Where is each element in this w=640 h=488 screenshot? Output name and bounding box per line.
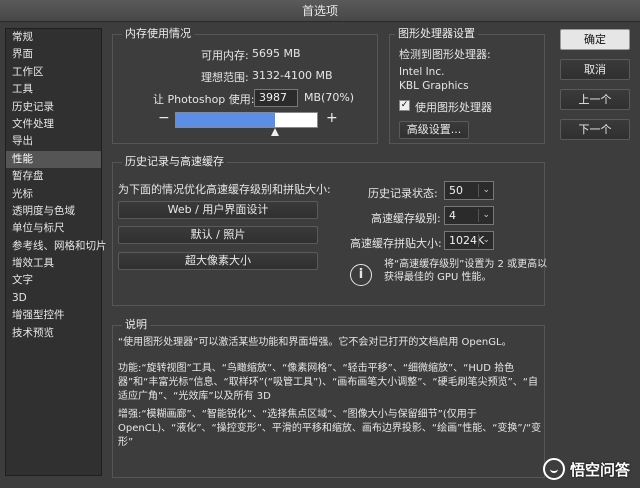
- sidebar-item[interactable]: 历史记录: [6, 99, 101, 116]
- history-cache-group-title: 历史记录与高速缓存: [122, 155, 227, 169]
- cache-levels-select[interactable]: 4 ⌄: [444, 206, 494, 225]
- sidebar-item[interactable]: 参考线、网格和切片: [6, 238, 107, 255]
- sidebar-item[interactable]: 透明度与色域: [6, 203, 101, 220]
- preset-default-photo-button[interactable]: 默认 / 照片: [118, 226, 318, 244]
- chevron-down-icon: ⌄: [482, 235, 490, 245]
- sidebar-item[interactable]: 常规: [6, 29, 101, 46]
- cache-tile-size-label: 高速缓存拼贴大小:: [350, 237, 442, 250]
- sidebar-item[interactable]: 性能: [6, 150, 101, 169]
- gpu-model: KBL Graphics: [399, 80, 469, 92]
- increase-memory-button[interactable]: +: [326, 110, 338, 126]
- gpu-advanced-settings-button[interactable]: 高级设置...: [399, 121, 469, 139]
- history-states-value: 50: [449, 184, 463, 197]
- chevron-down-icon: ⌄: [482, 210, 490, 220]
- memory-slider[interactable]: [175, 112, 318, 128]
- info-icon: i: [350, 264, 372, 286]
- use-gpu-checkbox[interactable]: ✓: [399, 100, 410, 111]
- cache-optimize-label: 为下面的情况优化高速缓存级别和拼贴大小:: [118, 183, 331, 196]
- memory-slider-thumb[interactable]: [271, 128, 280, 136]
- gpu-detected-label: 检测到图形处理器:: [399, 48, 491, 61]
- description-paragraph-2: 功能:“旋转视图”工具、“鸟瞰缩放”、“像素网格”、“轻击平移”、“细微缩放”、…: [118, 363, 538, 402]
- decrease-memory-button[interactable]: −: [158, 110, 170, 126]
- memory-group-title: 内存使用情况: [122, 27, 194, 41]
- chevron-down-icon: ⌄: [482, 185, 490, 195]
- watermark-text: 悟空问答: [569, 460, 630, 479]
- window-title: 首选项: [0, 0, 640, 22]
- sidebar: 常规 界面 工作区 工具 历史记录 文件处理 导出 性能 暂存盘 光标 透明度与色域 单位与标尺 参考线…: [5, 28, 107, 476]
- ideal-range-label: 理想范围:: [201, 71, 249, 84]
- sidebar-item[interactable]: 文件处理: [6, 116, 101, 133]
- history-states-select[interactable]: 50 ⌄: [444, 181, 494, 200]
- previous-button[interactable]: 上一个: [560, 89, 630, 110]
- sidebar-item[interactable]: 增效工具: [6, 255, 101, 272]
- history-states-label: 历史记录状态:: [368, 187, 438, 200]
- cache-tile-size-select[interactable]: 1024K ⌄: [444, 231, 494, 250]
- sidebar-item[interactable]: 界面: [6, 46, 101, 63]
- gpu-vendor: Intel Inc.: [399, 66, 445, 78]
- preset-huge-pixel-button[interactable]: 超大像素大小: [118, 252, 318, 270]
- description-paragraph-1: “使用图形处理器”可以激活某些功能和界面增强。它不会对已打开的文档启用 Open…: [118, 337, 512, 348]
- watermark: 悟空问答: [542, 458, 630, 480]
- sidebar-item[interactable]: 光标: [6, 186, 101, 203]
- memory-usage-unit: MB(70%): [304, 91, 355, 104]
- cancel-button[interactable]: 取消: [560, 59, 630, 80]
- next-button[interactable]: 下一个: [560, 119, 630, 140]
- sidebar-item[interactable]: 增强型控件: [6, 307, 101, 324]
- ok-button[interactable]: 确定: [560, 29, 630, 50]
- preset-web-ui-button[interactable]: Web / 用户界面设计: [118, 201, 318, 219]
- sidebar-item[interactable]: 技术预览: [6, 325, 101, 342]
- cache-levels-value: 4: [449, 209, 456, 222]
- sidebar-item[interactable]: 文字: [6, 272, 101, 289]
- ideal-range-value: 3132-4100 MB: [252, 69, 333, 82]
- wukong-logo-icon: [542, 458, 565, 480]
- sidebar-item[interactable]: 3D: [6, 290, 101, 307]
- sidebar-item[interactable]: 导出: [6, 133, 101, 150]
- description-group-title: 说明: [122, 318, 150, 332]
- available-memory-value: 5695 MB: [252, 47, 301, 60]
- sidebar-item[interactable]: 工作区: [6, 64, 101, 81]
- gpu-group-title: 图形处理器设置: [395, 27, 478, 41]
- gpu-cache-tip: 将“高速缓存级别”设置为 2 或更高以获得最佳的 GPU 性能。: [384, 259, 548, 283]
- sidebar-item[interactable]: 暂存盘: [6, 168, 101, 185]
- available-memory-label: 可用内存:: [201, 49, 249, 62]
- use-gpu-label: 使用图形处理器: [415, 101, 492, 114]
- cache-levels-label: 高速缓存级别:: [371, 212, 441, 225]
- sidebar-item[interactable]: 单位与标尺: [6, 220, 101, 237]
- description-paragraph-3: 增强:“模糊画廊”、“智能锐化”、“选择焦点区域”、“图像大小与保留细节”(仅用…: [118, 409, 542, 448]
- let-photoshop-use-label: 让 Photoshop 使用:: [153, 93, 255, 106]
- memory-slider-fill: [176, 113, 275, 127]
- sidebar-item[interactable]: 工具: [6, 81, 101, 98]
- memory-usage-input[interactable]: 3987: [254, 89, 298, 107]
